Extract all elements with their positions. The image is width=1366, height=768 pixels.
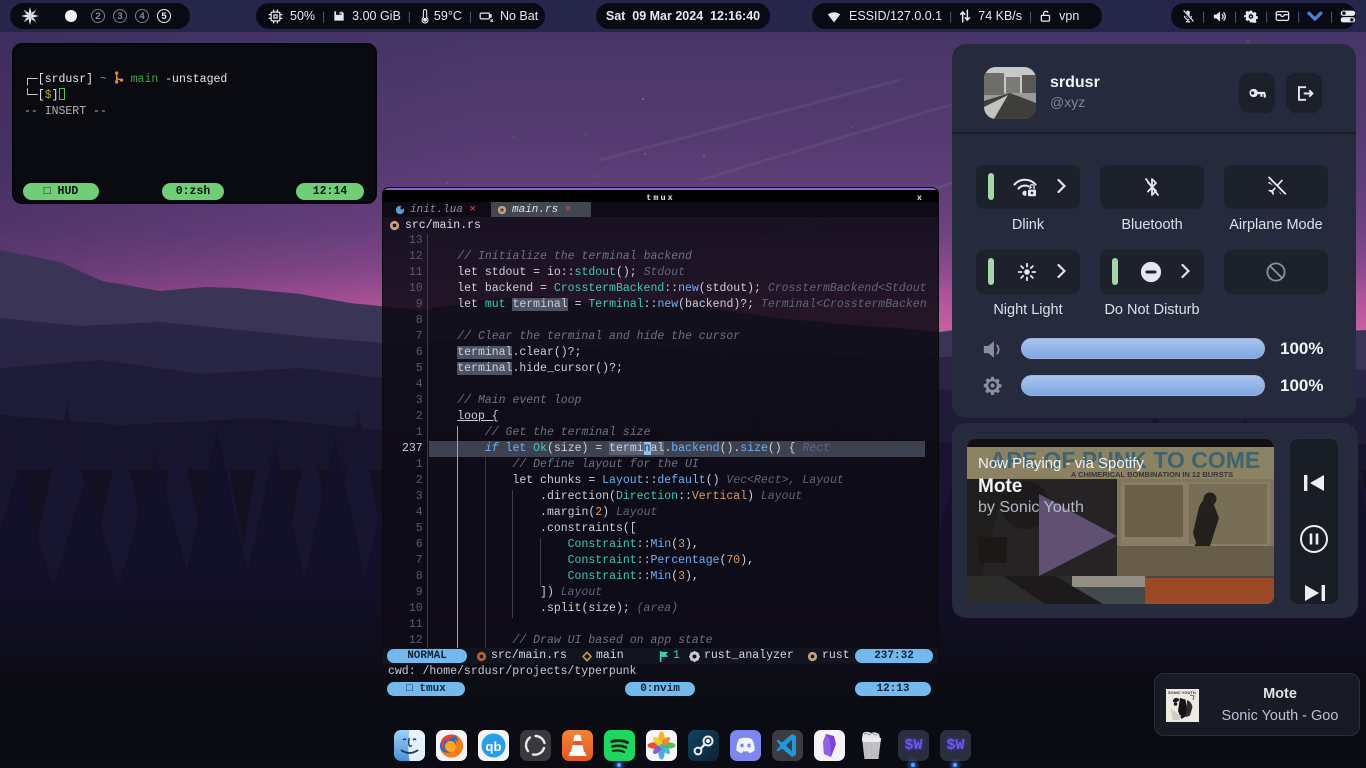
svg-text:SONIC YOUTH: SONIC YOUTH	[1168, 690, 1196, 695]
svg-text:qb: qb	[486, 739, 502, 754]
